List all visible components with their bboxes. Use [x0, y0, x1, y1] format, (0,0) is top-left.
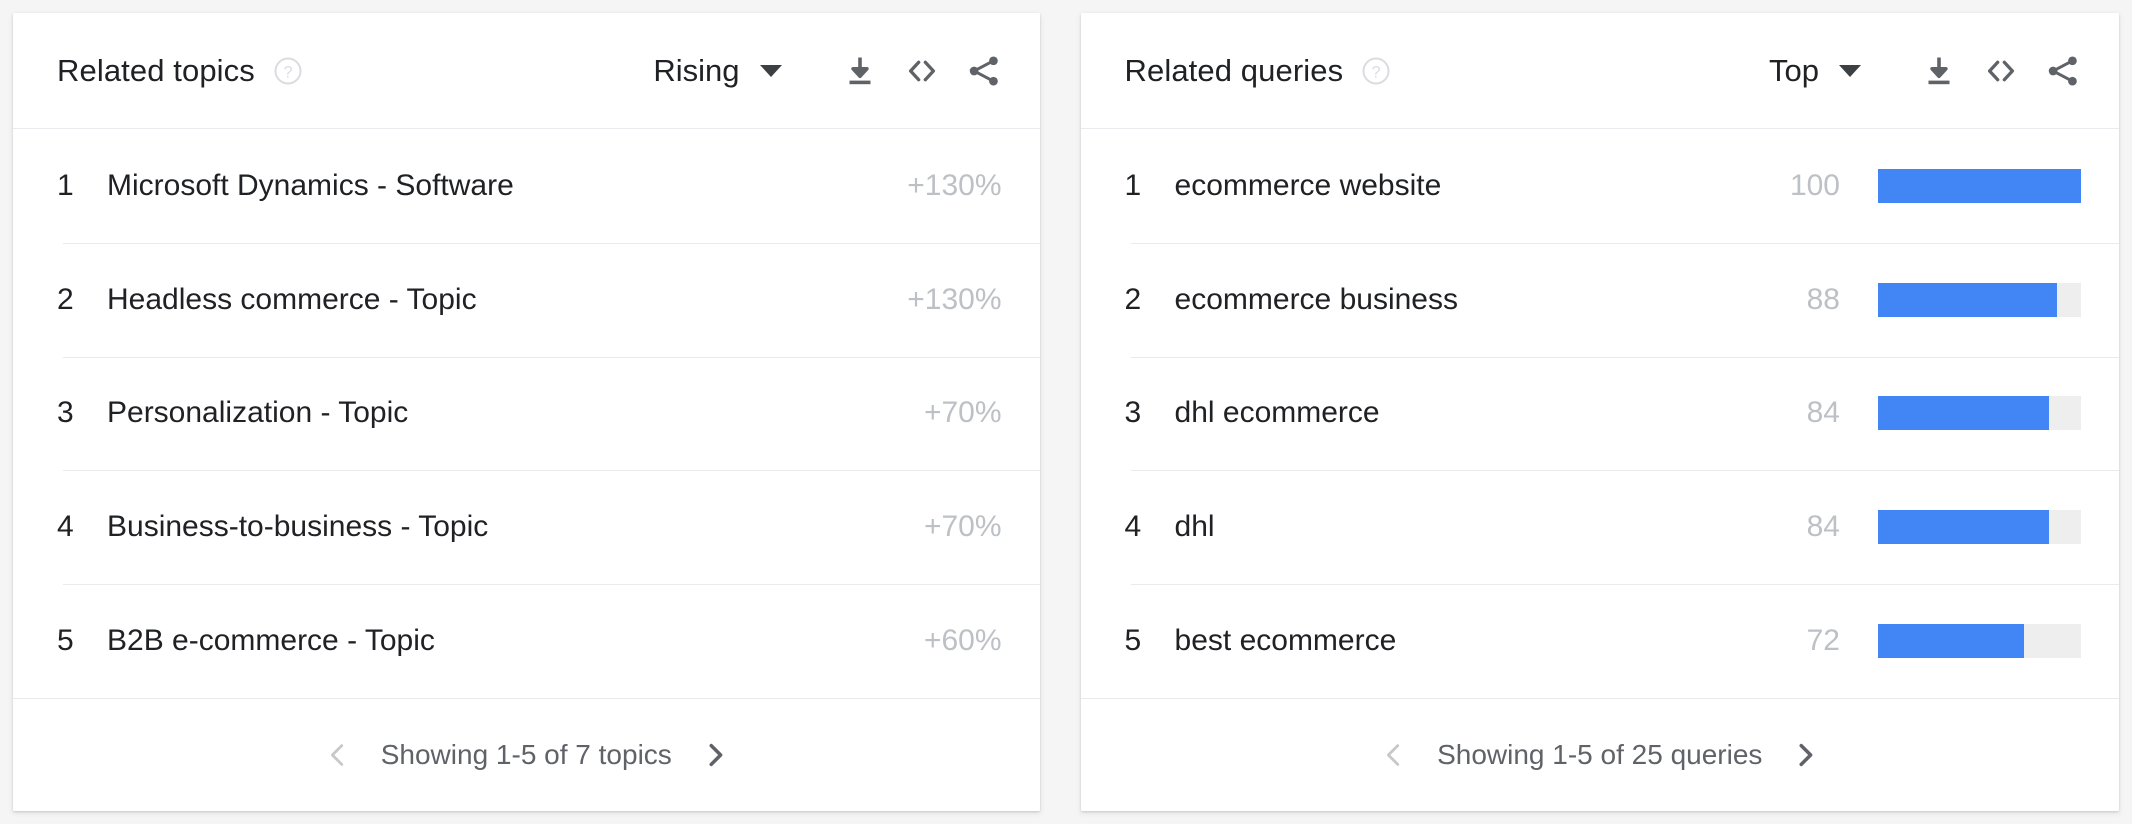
rank: 3 [1124, 396, 1142, 430]
page-title: Related queries [1124, 52, 1344, 88]
rank: 1 [1124, 168, 1142, 202]
rank: 2 [1124, 282, 1142, 316]
chevron-right-icon[interactable] [700, 740, 730, 770]
score-bar-fill [1878, 396, 2049, 431]
pager-status-text: Showing 1-5 of 7 topics [380, 739, 672, 770]
rank: 3 [57, 396, 74, 430]
query-label: dhl ecommerce [1174, 396, 1380, 430]
score-value: 88 [1806, 282, 1840, 316]
query-label: best ecommerce [1174, 624, 1397, 658]
share-icon[interactable] [966, 53, 1002, 89]
chevron-left-icon[interactable] [1379, 740, 1409, 770]
related-queries-header: Related queries ? Top [1080, 13, 2119, 129]
score-value: 84 [1806, 396, 1840, 430]
sort-select-topics[interactable]: Rising [653, 52, 782, 89]
sort-select-queries[interactable]: Top [1769, 53, 1861, 89]
related-topics-list: 1 Microsoft Dynamics - Software +130% 2 … [13, 129, 1040, 698]
list-item[interactable]: 4 dhl 84 [1081, 470, 2119, 584]
score-bar [1878, 282, 2081, 317]
pager-status-text: Showing 1-5 of 25 queries [1437, 739, 1763, 770]
download-icon[interactable] [842, 53, 878, 89]
related-topics-pager: Showing 1-5 of 7 topics [13, 698, 1040, 811]
sort-select-queries-value: Top [1769, 52, 1819, 88]
query-label: ecommerce website [1174, 168, 1442, 202]
embed-code-icon[interactable] [904, 53, 940, 89]
growth-value: +70% [923, 396, 1002, 430]
score-bar [1878, 168, 2081, 203]
score-value: 100 [1789, 168, 1840, 202]
share-icon[interactable] [2045, 53, 2081, 89]
rank: 5 [1124, 624, 1142, 658]
related-queries-pager: Showing 1-5 of 25 queries [1080, 698, 2119, 811]
topic-label: Business-to-business - Topic [107, 510, 489, 544]
growth-value: +60% [923, 624, 1002, 658]
related-queries-list: 1 ecommerce website 100 2 ecommerce busi… [1081, 129, 2119, 698]
score-bar-fill [1878, 282, 2057, 317]
help-circle-icon[interactable]: ? [273, 56, 303, 86]
page-title: Related topics [57, 52, 255, 88]
related-queries-card: Related queries ? Top 1 ecommerce websit… [1080, 13, 2119, 811]
topic-label: B2B e-commerce - Topic [107, 624, 435, 658]
growth-value: +130% [907, 282, 1002, 316]
score-bar [1878, 624, 2081, 659]
sort-select-topics-value: Rising [653, 52, 740, 88]
list-item[interactable]: 4 Business-to-business - Topic +70% [13, 470, 1040, 584]
list-item[interactable]: 2 ecommerce business 88 [1081, 242, 2119, 357]
score-bar [1878, 396, 2081, 431]
list-item[interactable]: 1 ecommerce website 100 [1081, 129, 2119, 243]
topic-label: Headless commerce - Topic [107, 282, 477, 316]
score-bar-fill [1878, 168, 2081, 203]
rank: 1 [57, 168, 74, 202]
svg-text:?: ? [1372, 63, 1381, 81]
topic-label: Personalization - Topic [107, 396, 409, 430]
rank: 4 [57, 510, 74, 544]
svg-text:?: ? [283, 63, 292, 81]
list-item[interactable]: 2 Headless commerce - Topic +130% [13, 242, 1040, 357]
download-icon[interactable] [1921, 53, 1957, 89]
topic-label: Microsoft Dynamics - Software [107, 168, 514, 202]
score-value: 84 [1806, 510, 1840, 544]
growth-value: +130% [907, 168, 1002, 202]
chevron-down-icon [759, 64, 782, 77]
related-topics-card: Related topics ? Rising 1 Microsoft Dyna… [13, 13, 1040, 811]
score-bar [1878, 510, 2081, 545]
score-bar-fill [1878, 624, 2025, 659]
trends-related-panels: Related topics ? Rising 1 Microsoft Dyna… [0, 0, 2132, 824]
related-topics-header: Related topics ? Rising [13, 13, 1040, 129]
rank: 5 [57, 624, 74, 658]
list-item[interactable]: 5 best ecommerce 72 [1081, 584, 2119, 698]
chevron-down-icon [1839, 64, 1861, 77]
chevron-right-icon[interactable] [1790, 740, 1820, 770]
score-value: 72 [1806, 624, 1840, 658]
list-item[interactable]: 3 dhl ecommerce 84 [1081, 356, 2119, 471]
rank: 2 [57, 282, 74, 316]
growth-value: +70% [923, 510, 1002, 544]
query-label: ecommerce business [1174, 282, 1458, 316]
score-bar-fill [1878, 510, 2049, 545]
help-circle-icon[interactable]: ? [1361, 56, 1391, 86]
list-item[interactable]: 3 Personalization - Topic +70% [13, 356, 1040, 471]
list-item[interactable]: 5 B2B e-commerce - Topic +60% [13, 584, 1040, 698]
embed-code-icon[interactable] [1983, 53, 2019, 89]
chevron-left-icon[interactable] [323, 740, 353, 770]
query-label: dhl [1174, 510, 1215, 544]
list-item[interactable]: 1 Microsoft Dynamics - Software +130% [13, 129, 1040, 243]
rank: 4 [1124, 510, 1142, 544]
